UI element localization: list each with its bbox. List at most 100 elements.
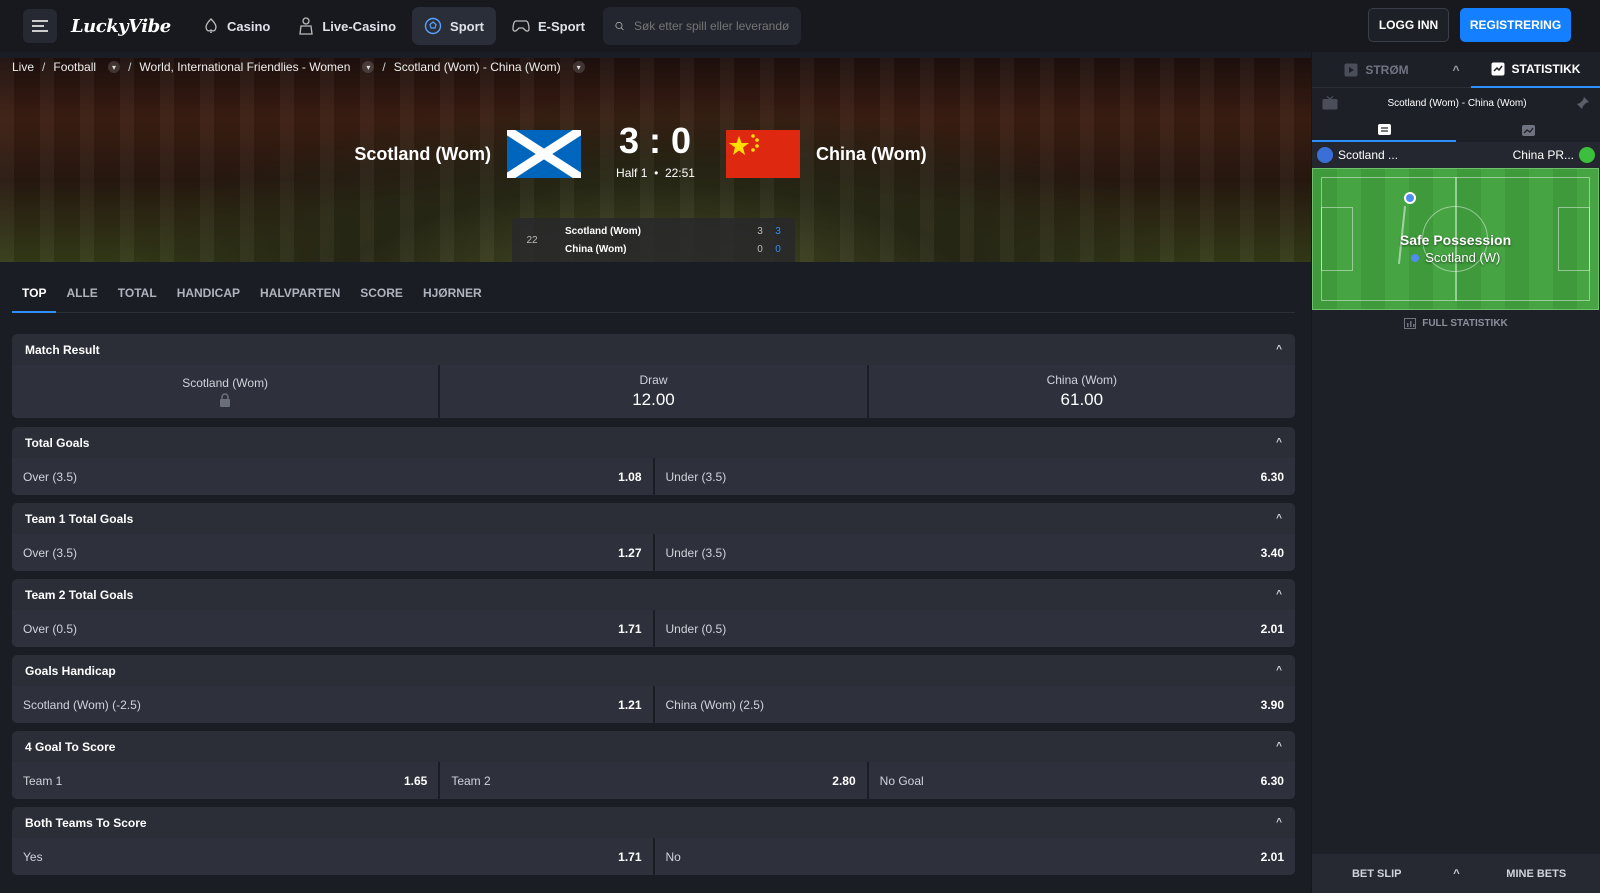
chevron-up-icon[interactable]: ^ (1441, 63, 1471, 77)
outcome-odd: 1.65 (403, 773, 428, 788)
outcome-button[interactable]: China (Wom) (2.5) 3.90 (654, 686, 1295, 723)
chevron-up-icon[interactable]: ^ (1276, 589, 1282, 600)
outcome-button[interactable]: Under (3.5) 3.40 (654, 534, 1295, 571)
outcome-odd: 1.08 (618, 469, 642, 484)
full-statistics-label: FULL STATISTIKK (1422, 317, 1508, 329)
panel-home-team-label: Scotland ... (1338, 148, 1399, 162)
nav-sport-label: Sport (450, 18, 484, 34)
breadcrumb-tournament[interactable]: World, International Friendlies - Women (139, 60, 350, 74)
outcome-odd: 12.00 (632, 390, 675, 409)
tab-statistics-label: STATISTIKK (1511, 61, 1581, 76)
nav-live-casino[interactable]: Live-Casino (286, 7, 408, 45)
search-box[interactable] (602, 7, 801, 45)
tab-total[interactable]: TOTAL (108, 283, 167, 313)
chevron-down-icon[interactable]: ▾ (108, 61, 121, 73)
tab-top[interactable]: TOP (12, 283, 57, 313)
dealer-icon (299, 17, 314, 35)
market-outcomes: Scotland (Wom) Draw 12.00 China (Wom) 61… (12, 365, 1295, 418)
search-input[interactable] (633, 19, 789, 33)
chevron-up-icon[interactable]: ^ (1276, 817, 1282, 828)
outcome-button[interactable]: Over (3.5) 1.27 (12, 534, 653, 571)
breadcrumb-live[interactable]: Live (12, 60, 34, 74)
menu-button[interactable] (23, 9, 57, 43)
scoreboard-view-button[interactable] (1312, 118, 1456, 142)
home-team-name: Scotland (Wom) (354, 144, 491, 164)
outcome-button[interactable]: No Goal 6.30 (868, 762, 1295, 799)
match-hero: Live / Football ▾ / World, International… (0, 58, 1311, 262)
outcome-button[interactable]: Team 1 1.65 (12, 762, 439, 799)
scoreboard-team: China (Wom) (565, 243, 627, 255)
tab-halvparten[interactable]: HALVPARTEN (250, 283, 350, 313)
market-header[interactable]: Match Result ^ (12, 334, 1295, 365)
market-header[interactable]: Total Goals ^ (12, 427, 1295, 458)
nav-sport[interactable]: Sport (412, 7, 496, 45)
outcome-button[interactable]: Under (3.5) 6.30 (654, 458, 1295, 495)
away-team-name: China (Wom) (816, 144, 927, 164)
breadcrumb-football[interactable]: Football (53, 60, 96, 74)
tab-handicap[interactable]: HANDICAP (167, 283, 250, 313)
chevron-up-icon[interactable]: ^ (1276, 344, 1282, 355)
market-team2-total-goals: Team 2 Total Goals ^ Over (0.5) 1.71 Unde… (12, 579, 1295, 647)
chevron-down-icon[interactable]: ▾ (362, 61, 375, 73)
outcome-odd: 6.30 (1260, 773, 1284, 788)
tab-score[interactable]: SCORE (350, 283, 413, 313)
market-title: Total Goals (25, 435, 90, 450)
scoreboard-score-period: 3 (775, 225, 781, 237)
market-header[interactable]: Team 1 Total Goals ^ (12, 503, 1295, 534)
tv-icon[interactable] (1322, 96, 1338, 110)
breadcrumb: Live / Football ▾ / World, International… (12, 60, 585, 74)
right-panel: STRØM ^ STATISTIKK Scotland (Wom) - Chin… (1311, 52, 1600, 893)
market-header[interactable]: Both Teams To Score ^ (12, 807, 1295, 838)
outcome-label: Over (0.5) (23, 621, 78, 636)
outcome-button[interactable]: Team 2 2.80 (440, 762, 867, 799)
outcome-label: No Goal (879, 773, 924, 788)
tab-alle[interactable]: ALLE (56, 283, 107, 313)
chevron-up-icon[interactable]: ^ (1442, 868, 1472, 880)
outcome-button[interactable]: Under (0.5) 2.01 (654, 610, 1295, 647)
chevron-down-icon[interactable]: ▾ (572, 61, 585, 73)
nav-casino[interactable]: Casino (191, 7, 282, 45)
outcome-button[interactable]: Yes 1.71 (12, 838, 653, 875)
pin-icon[interactable] (1576, 96, 1590, 110)
market-outcomes: Scotland (Wom) (-2.5) 1.21 China (Wom) (2… (12, 686, 1295, 723)
chevron-up-icon[interactable]: ^ (1276, 741, 1282, 752)
chart-icon (1521, 124, 1535, 136)
logo[interactable]: LuckyVibe (71, 9, 171, 43)
market-header[interactable]: 4 Goal To Score ^ (12, 731, 1295, 762)
chevron-up-icon[interactable]: ^ (1276, 665, 1282, 676)
breadcrumb-match[interactable]: Scotland (Wom) - China (Wom) (394, 60, 561, 74)
bet-slip-tab[interactable]: BET SLIP (1312, 868, 1442, 880)
outcome-away[interactable]: China (Wom) 61.00 (868, 365, 1295, 418)
outcome-label: Scotland (Wom) (-2.5) (23, 697, 141, 712)
market-outcomes: Over (3.5) 1.27 Under (3.5) 3.40 (12, 534, 1295, 571)
tab-hjorner[interactable]: HJØRNER (413, 283, 492, 313)
tab-statistics[interactable]: STATISTIKK (1471, 52, 1600, 88)
market-team1-total-goals: Team 1 Total Goals ^ Over (3.5) 1.27 Unde… (12, 503, 1295, 571)
tab-stream[interactable]: STRØM (1312, 52, 1441, 88)
outcome-button[interactable]: Over (3.5) 1.08 (12, 458, 653, 495)
live-pitch: Safe Possession Scotland (W) (1312, 168, 1599, 310)
outcome-button[interactable]: Over (0.5) 1.71 (12, 610, 653, 647)
gamepad-icon (512, 20, 530, 32)
chevron-up-icon[interactable]: ^ (1276, 437, 1282, 448)
my-bets-tab[interactable]: MINE BETS (1472, 868, 1600, 880)
nav-live-casino-label: Live-Casino (322, 18, 397, 34)
outcome-odd: 1.71 (618, 621, 642, 636)
nav-esport[interactable]: E-Sport (500, 7, 597, 45)
register-button[interactable]: REGISTRERING (1460, 8, 1571, 42)
china-flag-icon (726, 130, 800, 178)
panel-away-team-label: China PR... (1512, 148, 1574, 162)
outcome-draw[interactable]: Draw 12.00 (440, 365, 867, 418)
panel-view-switch (1312, 118, 1600, 142)
pitch-status-text: Safe Possession (1399, 232, 1512, 248)
login-button[interactable]: LOGG INN (1368, 8, 1449, 42)
scotland-flag-icon (504, 126, 584, 182)
outcome-button[interactable]: No 2.01 (654, 838, 1295, 875)
chevron-up-icon[interactable]: ^ (1276, 513, 1282, 524)
chart-view-button[interactable] (1456, 118, 1600, 142)
full-statistics-link[interactable]: FULL STATISTIKK (1312, 310, 1600, 336)
outcome-button[interactable]: Scotland (Wom) (-2.5) 1.21 (12, 686, 653, 723)
market-header[interactable]: Goals Handicap ^ (12, 655, 1295, 686)
panel-away-team: China PR... (1513, 147, 1595, 163)
market-header[interactable]: Team 2 Total Goals ^ (12, 579, 1295, 610)
